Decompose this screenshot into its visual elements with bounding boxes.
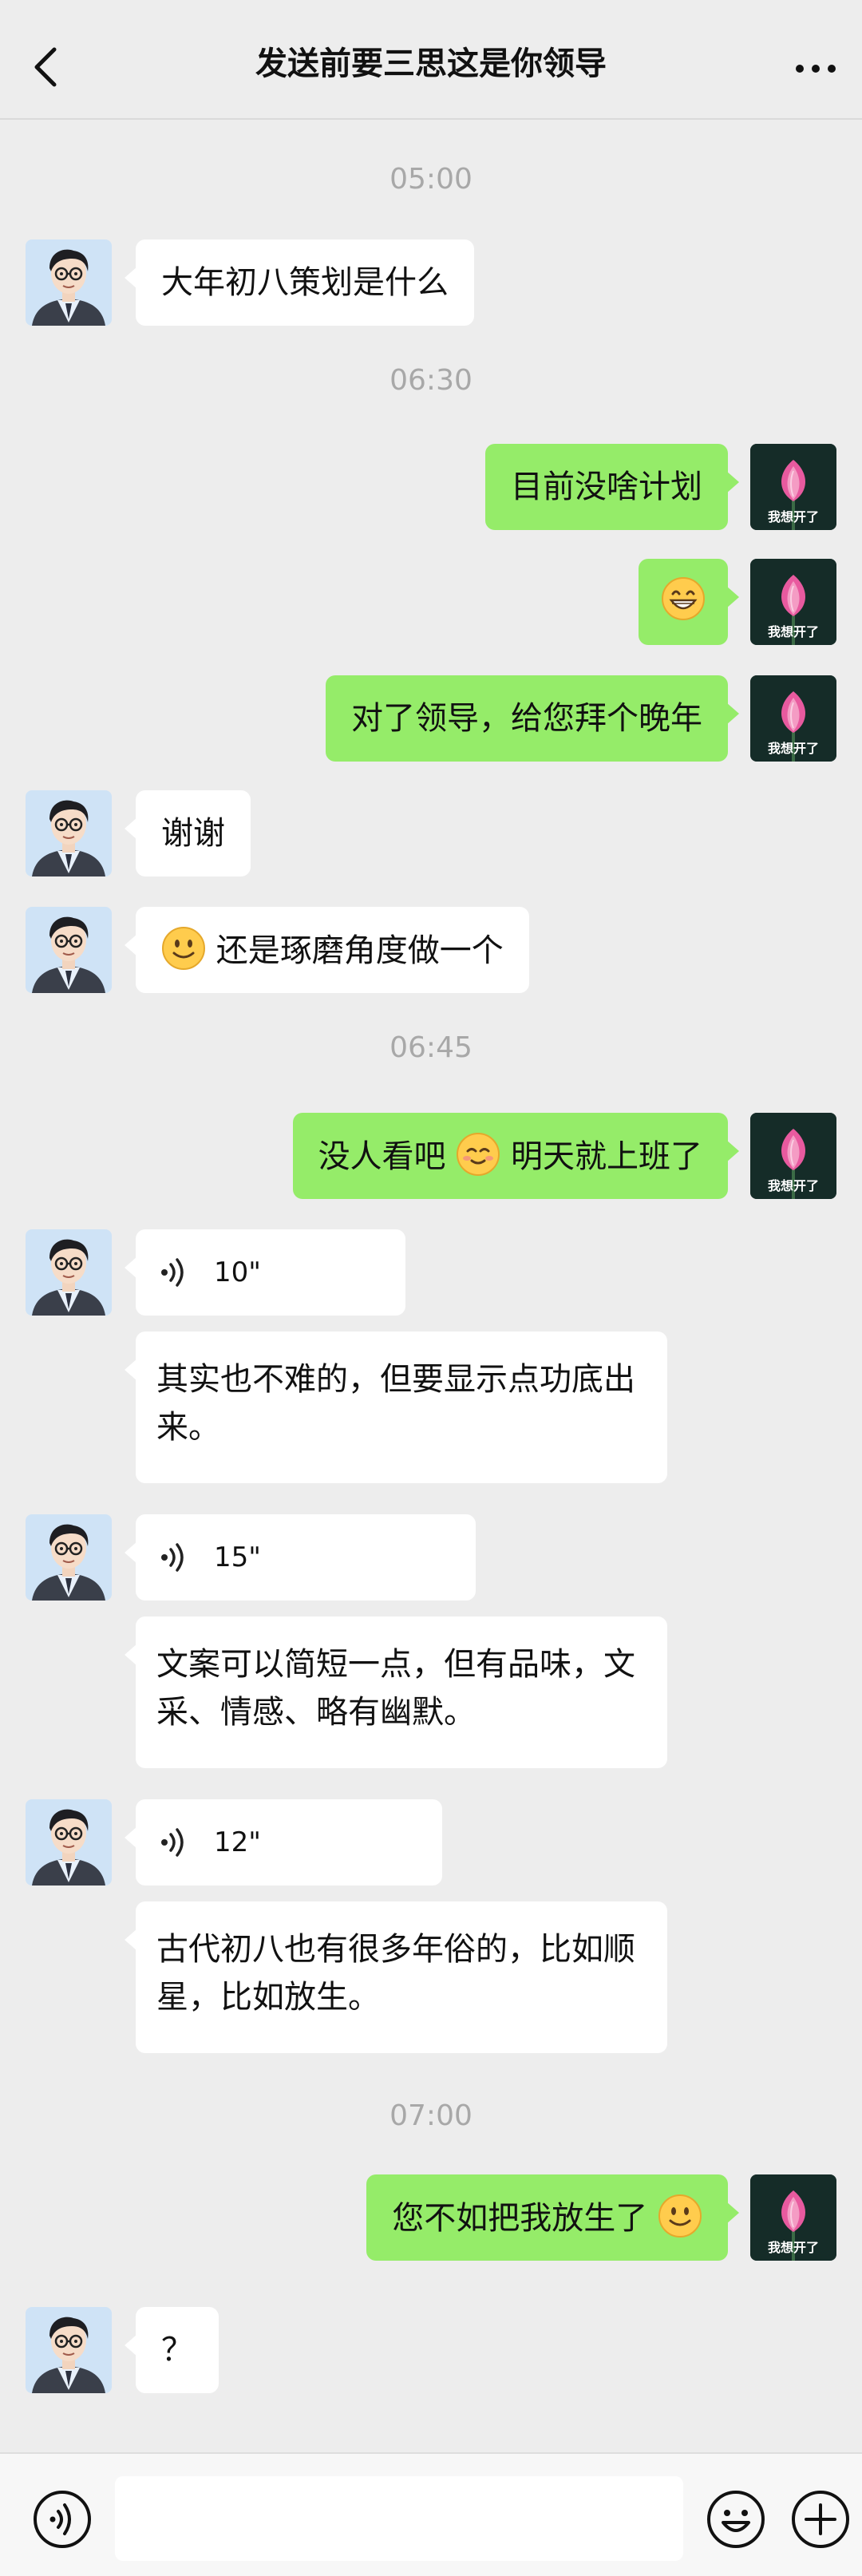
message-text: 您不如把我放生了 <box>392 2200 648 2237</box>
message-bubble[interactable]: 对了领导，给您拜个晚年 <box>326 675 739 762</box>
contact-avatar[interactable] <box>26 1229 112 1316</box>
self-avatar-caption: 我想开了 <box>767 741 819 756</box>
transcript-text: 文案可以简短一点，但有品味，文采、情感、略有幽默。 <box>156 1646 635 1731</box>
chevron-left-icon[interactable] <box>29 43 64 91</box>
message-bubble[interactable]: 谢谢 <box>125 790 251 876</box>
message-text: 大年初八策划是什么 <box>161 264 449 301</box>
voice-message[interactable]: 15" <box>125 1514 476 1601</box>
message-bubble[interactable]: 大年初八策划是什么 <box>125 239 474 326</box>
timestamp: 06:30 <box>389 364 473 397</box>
blushing-face-icon <box>456 1132 500 1177</box>
voice-transcript: 文案可以简短一点，但有品味，文采、情感、略有幽默。 <box>125 1616 667 1768</box>
voice-duration: 10" <box>214 1256 261 1288</box>
voice-duration: 15" <box>214 1541 261 1573</box>
contact-avatar[interactable] <box>26 1799 112 1886</box>
voice-transcript: 其实也不难的，但要显示点功底出来。 <box>125 1332 667 1483</box>
more-dots-icon[interactable] <box>792 53 840 85</box>
voice-message[interactable]: 10" <box>125 1229 405 1316</box>
contact-avatar[interactable] <box>26 239 112 326</box>
voice-input-icon[interactable] <box>32 2489 93 2550</box>
transcript-text: 古代初八也有很多年俗的，比如顺星，比如放生。 <box>156 1931 635 2016</box>
message-text: 明天就上班了 <box>511 1138 702 1175</box>
message-bubble[interactable]: 您不如把我放生了 <box>366 2174 739 2261</box>
self-avatar[interactable]: 我想开了 <box>750 1113 836 1199</box>
timestamp: 07:00 <box>389 2099 473 2132</box>
self-avatar-caption: 我想开了 <box>767 2240 819 2255</box>
timestamp: 05:00 <box>389 163 473 196</box>
voice-duration: 12" <box>214 1826 261 1858</box>
message-bubble[interactable]: 还是琢磨角度做一个 <box>125 907 529 993</box>
plus-icon[interactable] <box>790 2489 851 2550</box>
contact-avatar[interactable] <box>26 907 112 993</box>
message-bubble[interactable] <box>639 559 739 645</box>
contact-avatar[interactable] <box>26 1514 112 1601</box>
self-avatar[interactable]: 我想开了 <box>750 444 836 530</box>
message-bubble[interactable]: 没人看吧 明天就上班了 <box>292 1113 740 1199</box>
message-text: 还是琢磨角度做一个 <box>216 932 504 969</box>
voice-transcript: 古代初八也有很多年俗的，比如顺星，比如放生。 <box>125 1901 667 2053</box>
smiling-face-icon <box>161 926 206 971</box>
message-bubble[interactable]: 目前没啥计划 <box>485 444 739 530</box>
message-text: 没人看吧 <box>318 1138 446 1175</box>
contact-avatar[interactable] <box>26 2307 112 2393</box>
message-text: 谢谢 <box>161 815 225 852</box>
transcript-text: 其实也不难的，但要显示点功底出来。 <box>156 1361 635 1446</box>
chat-title: 发送前要三思这是你领导 <box>255 46 607 82</box>
smiling-face-icon <box>658 2194 702 2238</box>
message-list[interactable]: 05:00 大年初八策划是什么 06:30 目前没啥计划 我想开了 我想开了 对… <box>0 121 862 2452</box>
voice-wave-icon <box>160 1828 192 1857</box>
message-text: 目前没啥计划 <box>511 469 702 505</box>
self-avatar-caption: 我想开了 <box>767 1178 819 1193</box>
emoji-picker-icon[interactable] <box>706 2489 766 2550</box>
self-avatar[interactable]: 我想开了 <box>750 2174 836 2261</box>
self-avatar[interactable]: 我想开了 <box>750 675 836 762</box>
voice-wave-icon <box>160 1543 192 1572</box>
timestamp: 06:45 <box>389 1031 473 1064</box>
voice-message[interactable]: 12" <box>125 1799 442 1886</box>
contact-avatar[interactable] <box>26 790 112 876</box>
self-avatar-caption: 我想开了 <box>767 509 819 524</box>
message-text: ？ <box>161 2332 193 2368</box>
grinning-face-icon <box>661 576 706 621</box>
self-avatar-caption: 我想开了 <box>767 624 819 639</box>
message-input[interactable] <box>115 2476 683 2561</box>
chat-header: 发送前要三思这是你领导 <box>0 0 862 120</box>
message-bubble[interactable]: ？ <box>125 2307 219 2393</box>
input-bar <box>0 2452 862 2576</box>
self-avatar[interactable]: 我想开了 <box>750 559 836 645</box>
message-text: 对了领导，给您拜个晚年 <box>351 700 702 737</box>
voice-wave-icon <box>160 1258 192 1287</box>
